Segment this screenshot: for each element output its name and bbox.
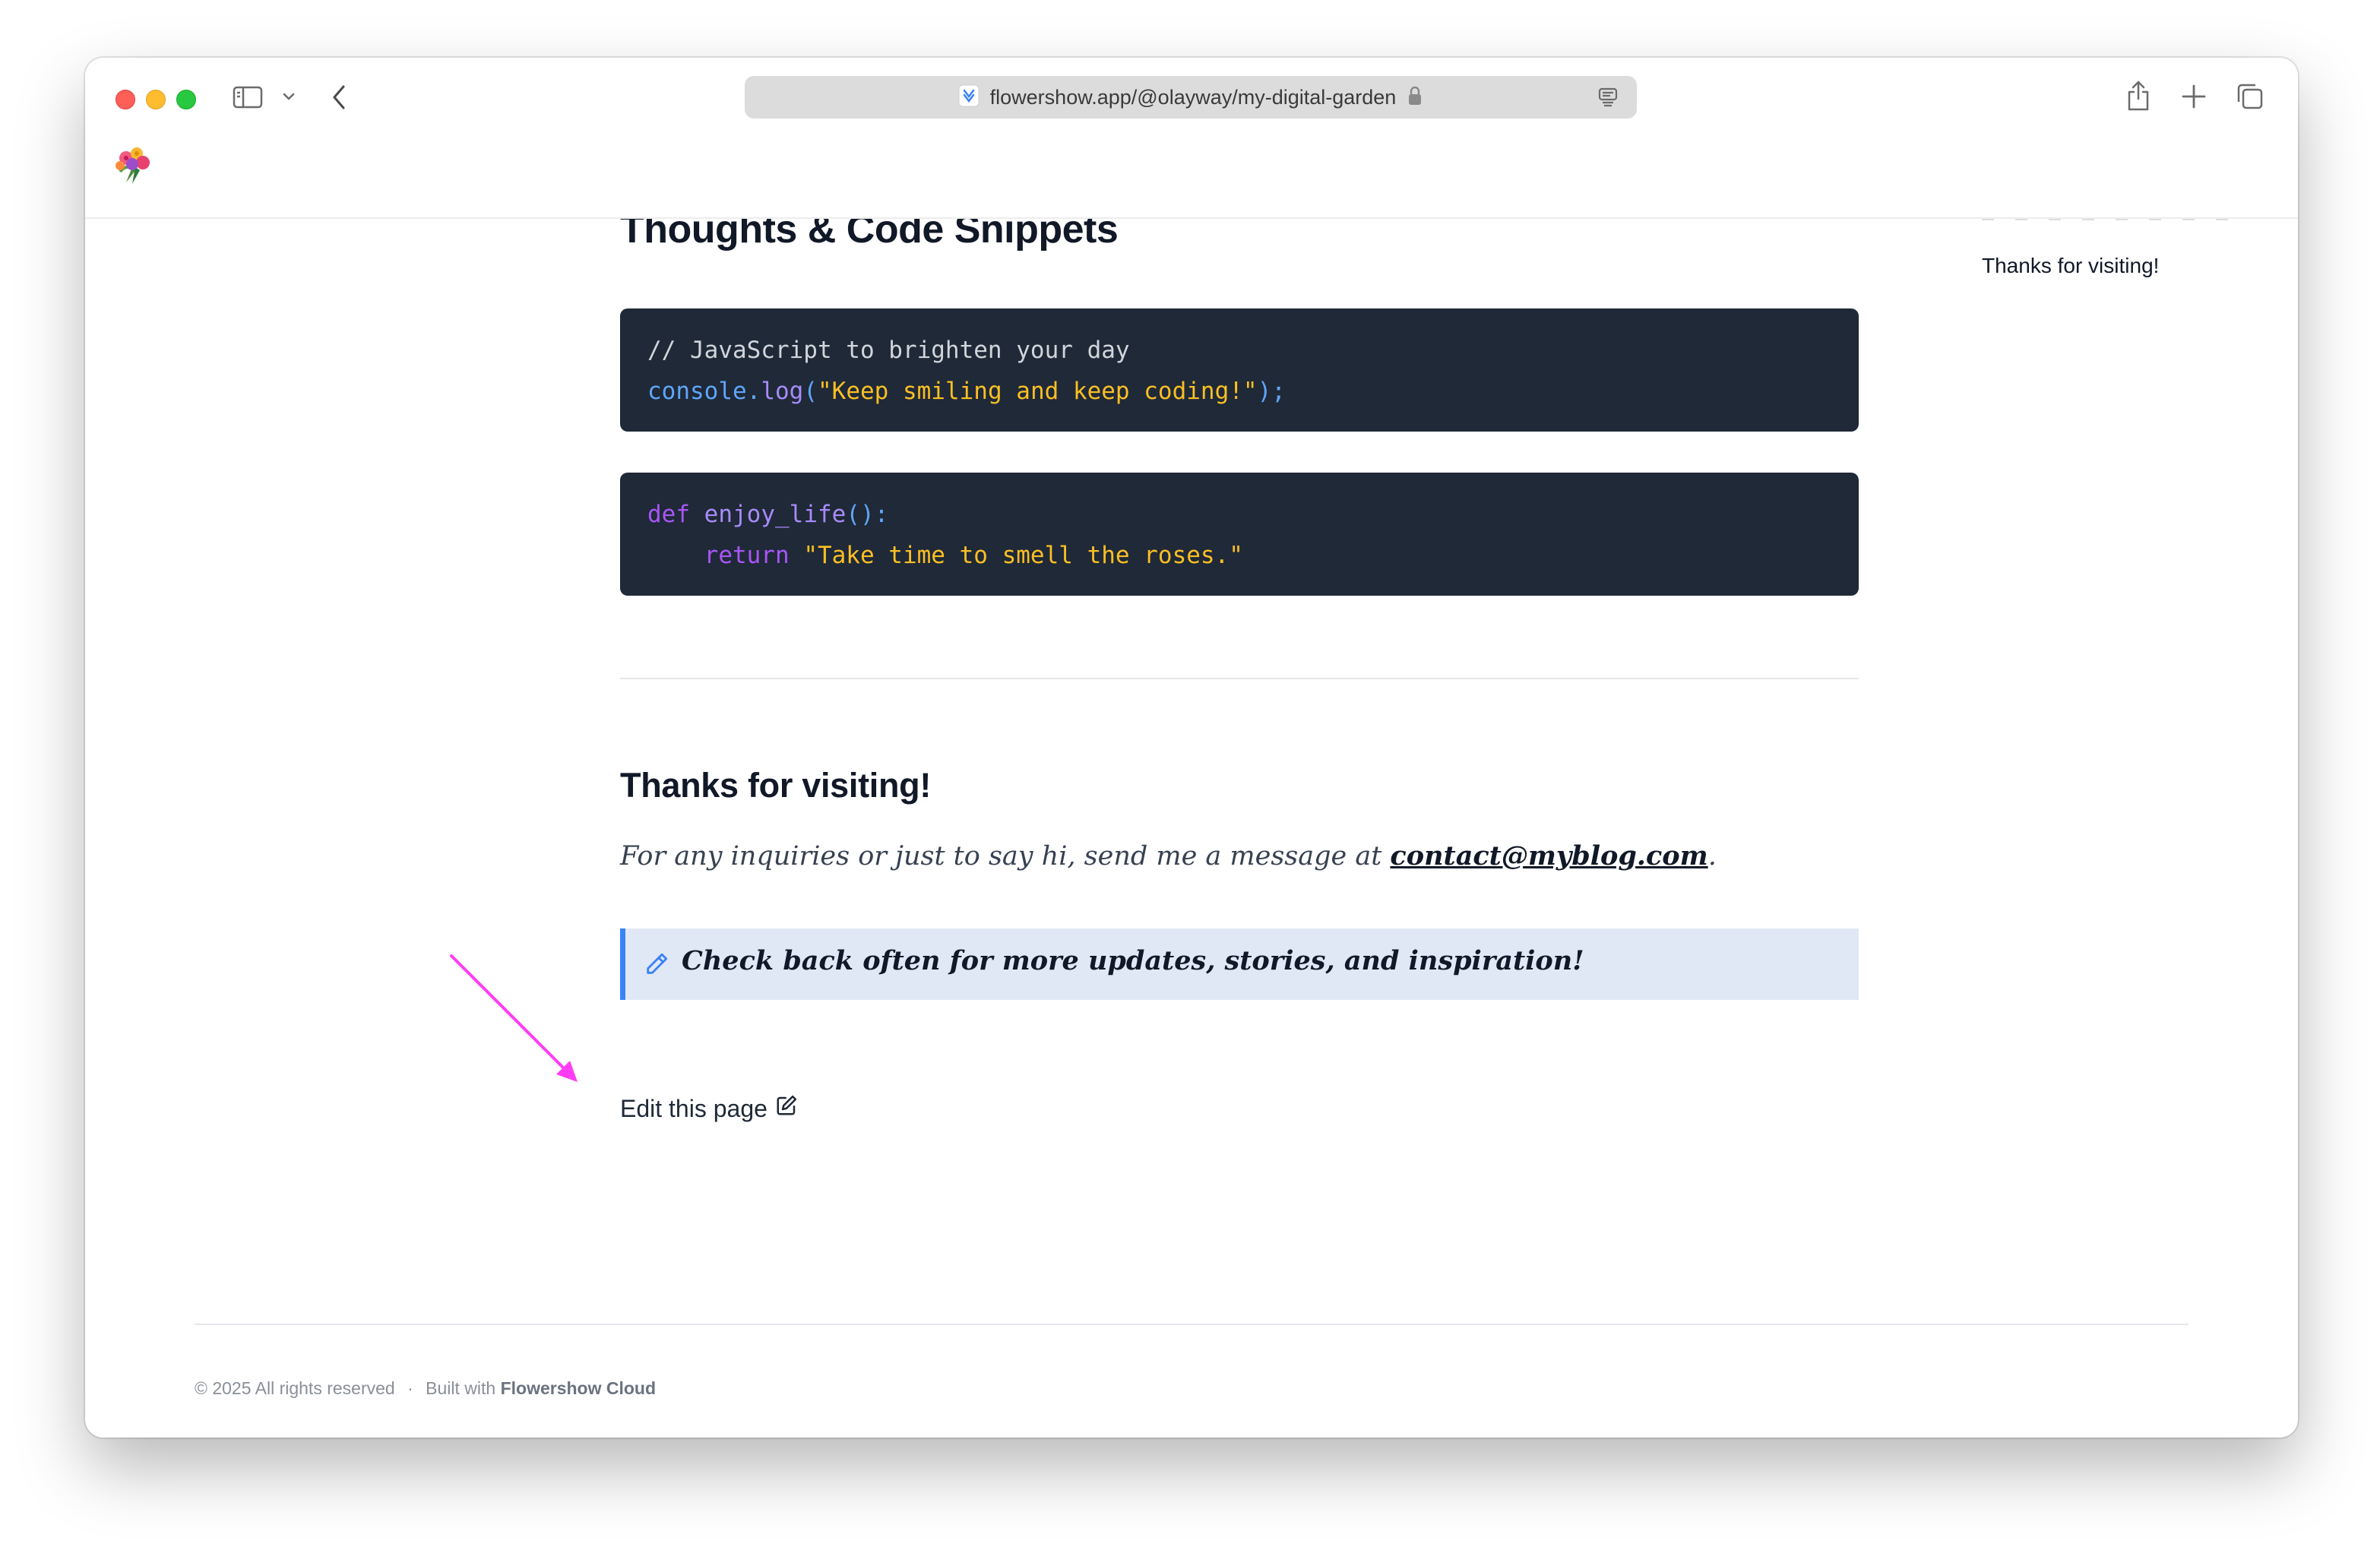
edit-page-link[interactable]: Edit this page: [620, 1094, 798, 1123]
annotation-arrow: [450, 954, 578, 1082]
flowershow-logo[interactable]: [109, 141, 158, 190]
zoom-window-button[interactable]: [176, 90, 196, 109]
share-icon[interactable]: [2125, 79, 2152, 116]
footer-copyright: © 2025 All rights reserved: [195, 1378, 395, 1398]
footer-separator: ·: [407, 1378, 413, 1398]
back-arrow-icon[interactable]: [330, 84, 348, 115]
site-favicon-icon: [958, 84, 980, 111]
browser-window: Thanks for visiting! Thoughts & Code Sni…: [85, 58, 2298, 1438]
reader-mode-icon[interactable]: [1597, 87, 1619, 112]
lock-icon: [1407, 85, 1423, 110]
footer-built-with: Built with: [426, 1378, 496, 1398]
site-header: [85, 134, 2298, 219]
page-content: Thanks for visiting! Thoughts & Code Sni…: [85, 58, 2298, 1438]
sidebar-toggle-icon[interactable]: [233, 85, 263, 113]
close-window-button[interactable]: [116, 90, 135, 109]
tab-overview-icon[interactable]: [2236, 82, 2264, 115]
edit-page-label: Edit this page: [620, 1094, 767, 1122]
new-tab-plus-icon[interactable]: [2181, 84, 2207, 113]
address-bar[interactable]: flowershow.app/@olayway/my-digital-garde…: [745, 76, 1637, 119]
browser-toolbar: flowershow.app/@olayway/my-digital-garde…: [85, 58, 2298, 134]
footer: © 2025 All rights reserved · Built with …: [195, 1378, 656, 1399]
url-text: flowershow.app/@olayway/my-digital-garde…: [989, 85, 1397, 109]
edit-icon: [775, 1094, 798, 1123]
chevron-down-icon[interactable]: [281, 91, 296, 106]
minimize-window-button[interactable]: [146, 90, 166, 109]
footer-flowershow-link[interactable]: Flowershow Cloud: [501, 1378, 656, 1398]
footer-divider: [195, 1324, 2189, 1325]
